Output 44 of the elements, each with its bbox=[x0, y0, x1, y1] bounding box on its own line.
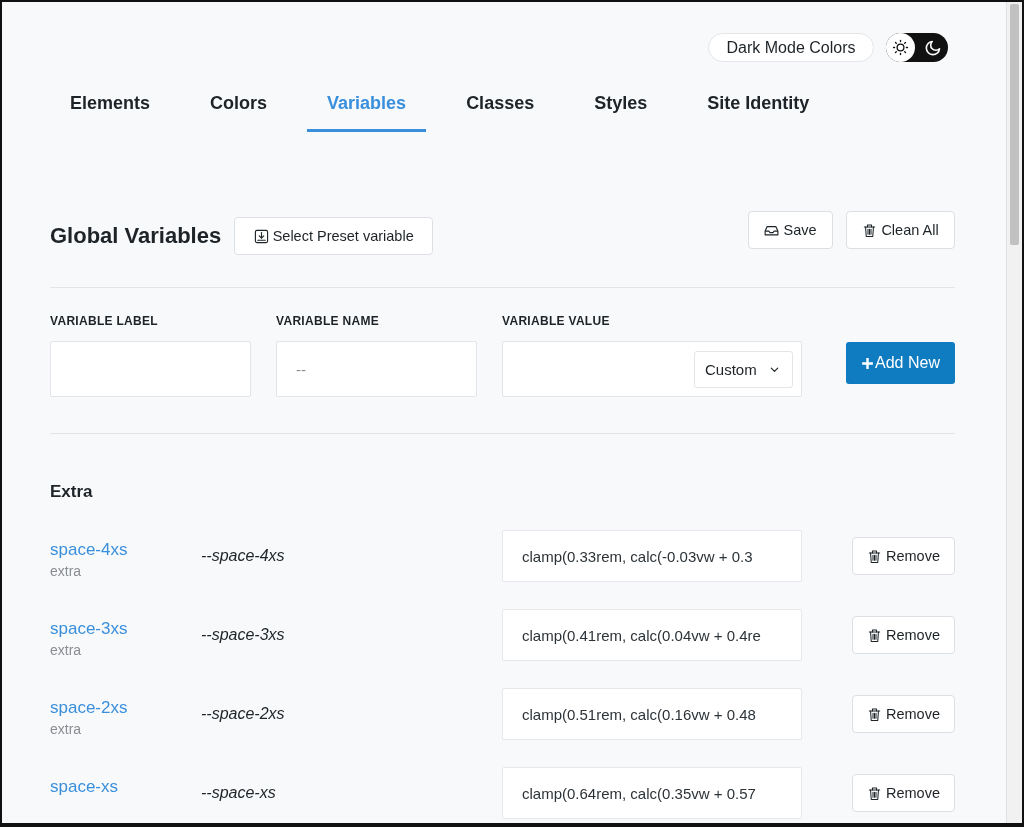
add-new-button[interactable]: Add New bbox=[846, 342, 955, 384]
variable-group: extra bbox=[50, 640, 82, 660]
remove-button[interactable]: Remove bbox=[852, 695, 955, 733]
variable-group: extra bbox=[50, 561, 82, 581]
variable-group: extra bbox=[50, 719, 82, 739]
clean-all-button[interactable]: Clean All bbox=[846, 211, 955, 249]
text-input[interactable] bbox=[50, 341, 251, 397]
section-title: Global Variables bbox=[50, 222, 222, 250]
chevron-down-icon bbox=[769, 364, 780, 375]
tab[interactable]: Styles bbox=[574, 84, 668, 132]
value-input[interactable]: clamp(0.64rem, calc(0.35vw + 0.57 bbox=[502, 767, 802, 819]
trash-icon bbox=[867, 706, 882, 722]
variable-name: --space-4xs bbox=[201, 547, 286, 565]
variable-name: --space-3xs bbox=[201, 626, 286, 644]
variable-name: --space-2xs bbox=[201, 705, 286, 723]
value-input[interactable]: clamp(0.41rem, calc(0.04vw + 0.4re bbox=[502, 609, 802, 661]
tab[interactable]: Colors bbox=[190, 84, 288, 132]
value-input[interactable]: clamp(0.51rem, calc(0.16vw + 0.48 bbox=[502, 688, 802, 740]
value-input[interactable]: clamp(0.33rem, calc(-0.03vw + 0.3 bbox=[502, 530, 802, 582]
field-label: VARIABLE LABEL bbox=[50, 314, 159, 328]
trash-icon bbox=[862, 222, 878, 238]
trash-icon bbox=[867, 785, 882, 801]
trash-icon bbox=[867, 627, 882, 643]
download-tray-icon bbox=[253, 228, 269, 244]
group-title: Extra bbox=[50, 482, 94, 502]
field-label: VARIABLE NAME bbox=[276, 314, 380, 328]
sun-icon bbox=[886, 33, 915, 62]
save-button[interactable]: Save bbox=[748, 211, 833, 249]
select-preset-button[interactable]: Select Preset variable bbox=[234, 217, 434, 255]
plus-icon bbox=[861, 356, 875, 370]
type-dropdown[interactable]: Custom bbox=[694, 351, 793, 388]
variable-name: --space-xs bbox=[201, 784, 277, 802]
remove-button[interactable]: Remove bbox=[852, 616, 955, 654]
trash-icon bbox=[867, 548, 882, 564]
theme-toggle[interactable] bbox=[886, 33, 948, 62]
scrollbar-thumb[interactable] bbox=[1010, 4, 1019, 245]
tab[interactable]: Site Identity bbox=[687, 84, 830, 132]
dark-mode-colors-button[interactable]: Dark Mode Colors bbox=[708, 33, 874, 62]
field-label: VARIABLE VALUE bbox=[502, 314, 611, 328]
tab[interactable]: Elements bbox=[50, 84, 171, 132]
tab[interactable]: Classes bbox=[446, 84, 555, 132]
remove-button[interactable]: Remove bbox=[852, 774, 955, 812]
remove-button[interactable]: Remove bbox=[852, 537, 955, 575]
text-input[interactable]: -- bbox=[276, 341, 477, 397]
